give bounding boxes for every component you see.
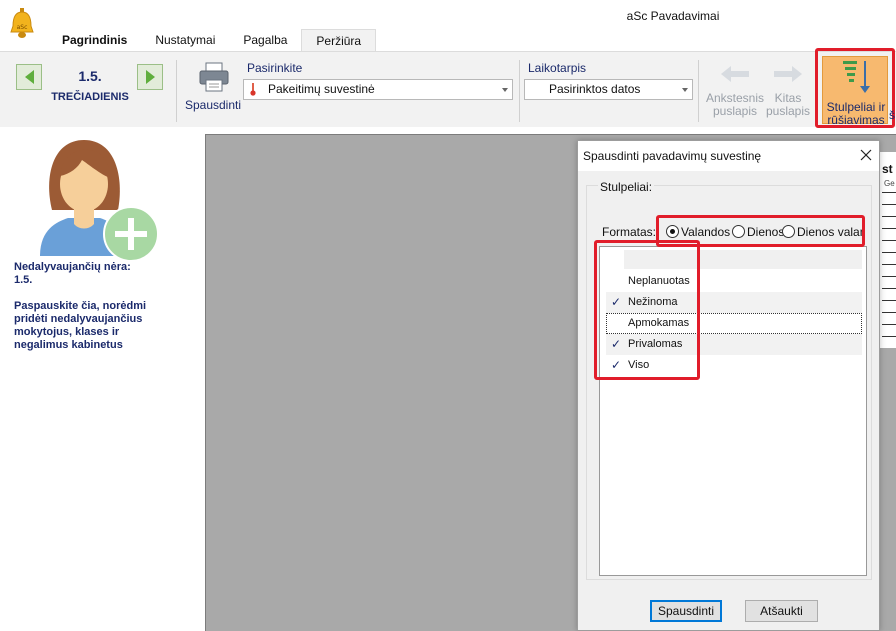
checkmark-icon: ✓ [610, 358, 622, 372]
cancel-button[interactable]: Atšaukti [745, 600, 818, 622]
title-bar: aSc aSc Pavadavimai [0, 0, 896, 38]
radio-selected-icon [666, 225, 679, 238]
list-item[interactable]: ✓ Viso [606, 355, 862, 376]
print-summary-dialog: Spausdinti pavadavimų suvestinę Stulpeli… [577, 140, 880, 631]
absent-line: Nedalyvaujančių nėra: [14, 261, 131, 273]
print-confirm-button[interactable]: Spausdinti [650, 600, 722, 622]
checkmark-icon: ✓ [610, 295, 622, 309]
columns-group-label: Stulpeliai: [598, 180, 655, 194]
preview-page: st Ge [878, 152, 896, 348]
prev-day-button[interactable] [16, 64, 42, 90]
print-button[interactable]: Spausdinti [182, 58, 244, 118]
thermometer-icon [250, 83, 256, 96]
radio-unselected-icon [732, 225, 745, 238]
day-name: TREČIADIENIS [51, 91, 129, 103]
absent-summary[interactable]: Nedalyvaujančių nėra: 1.5. [14, 261, 184, 287]
preview-line [882, 324, 896, 325]
radio-label: Valandos [681, 224, 731, 239]
list-header [624, 250, 862, 269]
report-select[interactable]: Pakeitimų suvestinė [243, 79, 513, 100]
ribbon-tabs: Pagrindinis Nustatymai Pagalba Peržiūra [48, 29, 377, 51]
checkmark-icon: ✓ [610, 337, 622, 351]
column-label: Neplanuotas [628, 275, 690, 287]
preview-line [882, 204, 896, 205]
list-item[interactable]: ✓ Privalomas [606, 334, 862, 355]
period-select-value: Pasirinktos datos [549, 82, 641, 96]
preview-line [882, 240, 896, 241]
svg-text:aSc: aSc [17, 24, 28, 31]
radio-dienos[interactable]: Dienos [732, 224, 784, 239]
ribbon-divider [176, 60, 177, 122]
arrow-left-icon [24, 70, 34, 84]
preview-line [882, 300, 896, 301]
prev-page-button[interactable]: Ankstesnis puslapis [705, 64, 765, 118]
chevron-down-icon [678, 80, 692, 99]
day-number: 1.5. [78, 68, 102, 84]
radio-label: Dienos [747, 224, 785, 239]
preview-line [882, 288, 896, 289]
column-label: Apmokamas [628, 317, 690, 329]
printer-icon [199, 62, 229, 92]
column-label: Nežinoma [628, 296, 678, 308]
column-label: Privalomas [628, 338, 683, 350]
truncated-ribbon-label: š [889, 108, 895, 122]
hint-line: pridėti nedalyvaujančius [14, 313, 143, 325]
period-select[interactable]: Pasirinktos datos [524, 79, 693, 100]
preview-line [882, 192, 896, 193]
preview-page-subtitle: Ge [884, 179, 895, 188]
arrow-right-icon [774, 66, 802, 82]
next-day-button[interactable] [137, 64, 163, 90]
hint-line: negalimus kabinetus [14, 339, 123, 351]
prev-page-label-line2: puslapis [712, 104, 758, 118]
highlight-box-sort [815, 48, 895, 128]
ribbon: 1.5. TREČIADIENIS Spausdinti Pasirinkite… [0, 51, 896, 127]
preview-page-title: st [882, 162, 893, 176]
ribbon-divider [519, 60, 520, 122]
radio-dienos-valandos[interactable]: Dienos valandos [782, 224, 865, 239]
preview-line [882, 312, 896, 313]
column-label: Viso [628, 359, 650, 371]
teacher-avatar-add[interactable] [34, 138, 164, 268]
add-absent-hint[interactable]: Paspauskite čia, norėdmi pridėti nedalyv… [14, 300, 184, 352]
radio-valandos[interactable]: Valandos [666, 224, 730, 239]
preview-line [882, 228, 896, 229]
ribbon-divider [698, 60, 699, 122]
report-select-value: Pakeitimų suvestinė [268, 82, 375, 96]
tab-perziura[interactable]: Peržiūra [301, 29, 377, 51]
list-item[interactable]: ✓ Nežinoma [606, 292, 862, 313]
tab-nustatymai[interactable]: Nustatymai [141, 29, 229, 51]
period-label: Laikotarpis [528, 61, 587, 75]
list-item[interactable]: Apmokamas [606, 313, 862, 334]
tab-pagalba[interactable]: Pagalba [229, 29, 301, 51]
radio-label: Dienos valandos [797, 224, 865, 239]
next-page-label-line2: puslapis [765, 104, 811, 118]
format-label: Formatas: [602, 225, 657, 239]
radio-unselected-icon [782, 225, 795, 238]
plus-circle-icon [103, 206, 159, 262]
dialog-title: Spausdinti pavadavimų suvestinę [583, 149, 762, 163]
arrow-right-icon [145, 70, 155, 84]
preview-line [882, 264, 896, 265]
hint-line: Paspauskite čia, norėdmi [14, 300, 147, 312]
window-title: aSc Pavadavimai [626, 9, 720, 23]
select-label: Pasirinkite [247, 61, 303, 75]
preview-line [882, 276, 896, 277]
list-item[interactable]: Neplanuotas [606, 271, 862, 292]
columns-list[interactable]: Neplanuotas ✓ Nežinoma Apmokamas ✓ Priva… [599, 246, 867, 576]
preview-line [882, 252, 896, 253]
arrow-left-icon [721, 66, 749, 82]
dialog-title-bar: Spausdinti pavadavimų suvestinę [578, 141, 879, 171]
hint-line: mokytojus, klases ir [14, 326, 120, 338]
preview-line [882, 336, 896, 337]
next-page-button[interactable]: Kitas puslapis [758, 64, 818, 118]
chevron-down-icon [498, 80, 512, 99]
absent-day: 1.5. [14, 274, 33, 286]
preview-line [882, 216, 896, 217]
tab-pagrindinis[interactable]: Pagrindinis [48, 29, 141, 51]
close-icon[interactable] [858, 147, 874, 163]
print-label: Spausdinti [184, 98, 242, 112]
